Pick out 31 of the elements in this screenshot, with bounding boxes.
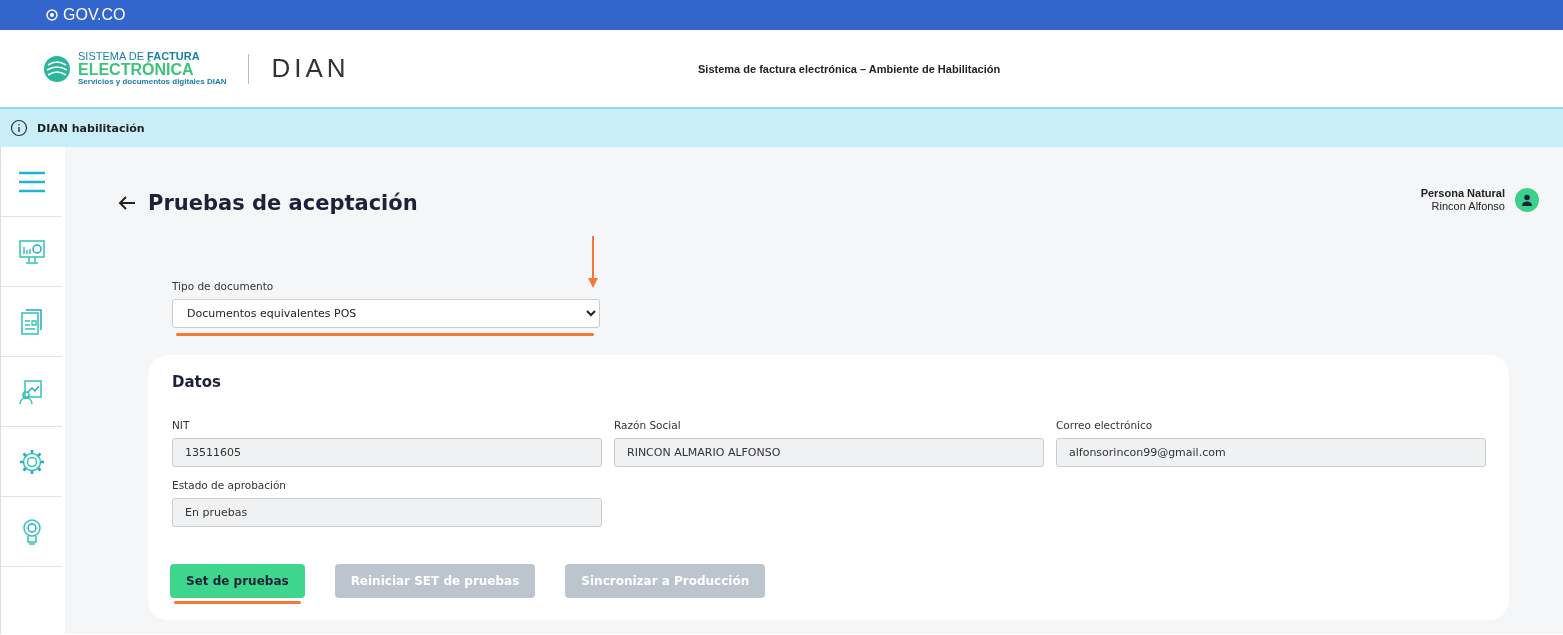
menu-icon (17, 170, 46, 193)
readonly-field[interactable]: alfonsorincon99@gmail.com (1056, 438, 1486, 467)
avatar (1515, 188, 1539, 212)
brand-name: DIAN (271, 53, 350, 84)
logo-subtitle: Servicios y documentos digitales DIAN (78, 78, 227, 86)
user-name: Rincon Alfonso (1431, 200, 1505, 213)
person-board-icon (18, 378, 45, 405)
field-label: Tipo de documento (172, 280, 275, 292)
shield-icon (45, 8, 59, 22)
annotation-arrow (588, 236, 598, 288)
monitor-chart-icon (18, 239, 45, 264)
globe-icon (42, 53, 72, 84)
header-title: Sistema de factura electrónica – Ambiente de Habilitación (698, 62, 1001, 75)
info-text: DIAN habilitación (37, 121, 145, 135)
settings-icon (18, 448, 45, 475)
user-role: Persona Natural (1420, 187, 1505, 200)
info-icon (10, 119, 28, 137)
card-title: Datos (172, 373, 222, 391)
readonly-field[interactable]: RINCON ALMARIO ALFONSO (614, 438, 1044, 467)
action-button[interactable]: Set de pruebas (170, 564, 305, 598)
document-type-select[interactable]: Documentos equivalentes POS (172, 299, 600, 328)
field-label: NIT (172, 419, 191, 431)
readonly-field[interactable]: En pruebas (172, 498, 602, 527)
field-label: Correo electrónico (1056, 419, 1154, 431)
gov-link[interactable]: GOV.CO (63, 6, 126, 24)
field-label: Razón Social (614, 419, 682, 431)
back-button[interactable] (118, 195, 136, 211)
page-title: Pruebas de aceptación (148, 191, 418, 215)
readonly-field[interactable]: 13511605 (172, 438, 602, 467)
field-label: Estado de aprobación (172, 479, 288, 491)
document-icon (20, 308, 43, 335)
